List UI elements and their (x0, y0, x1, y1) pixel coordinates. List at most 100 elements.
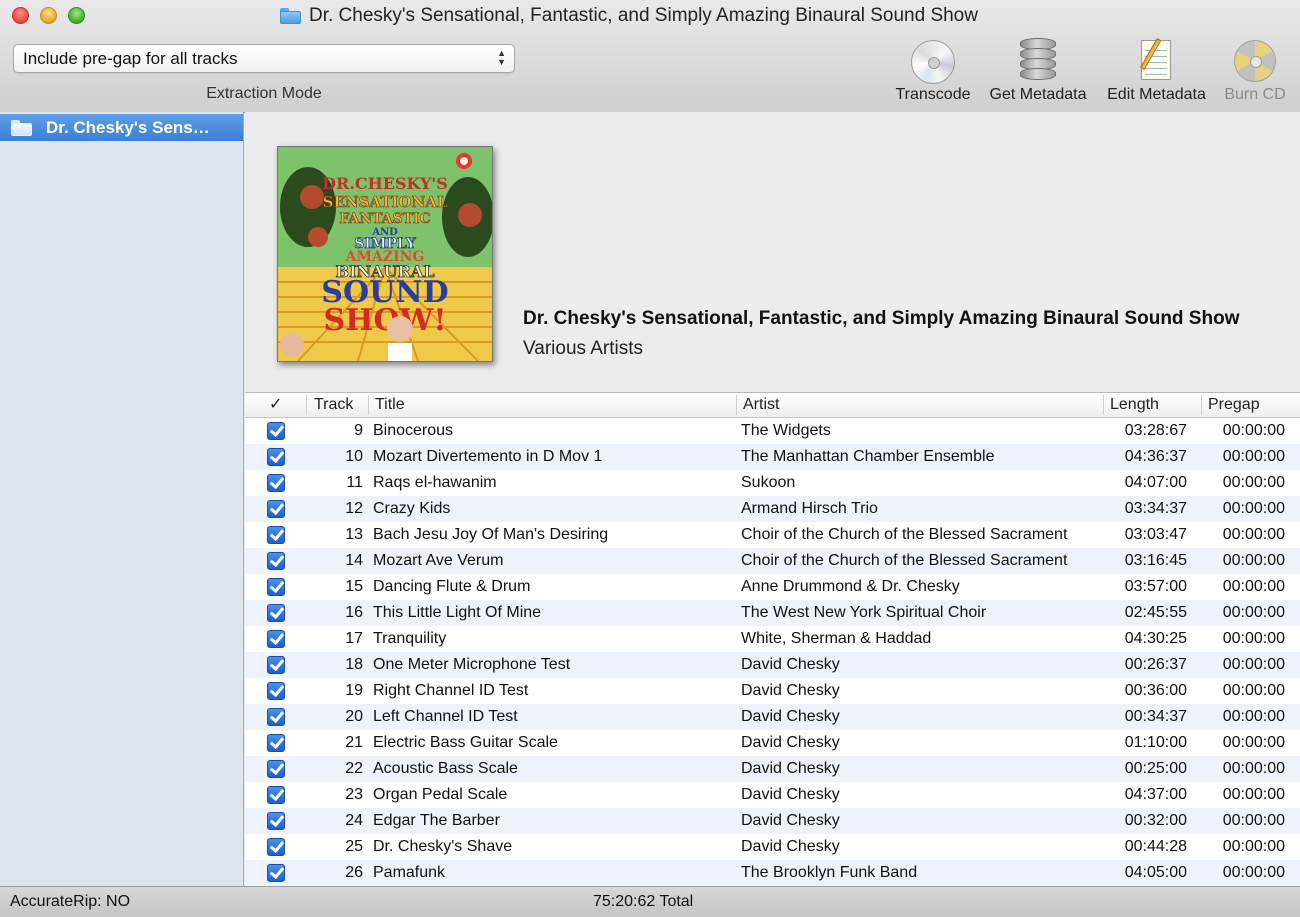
track-checkbox[interactable] (267, 708, 285, 726)
track-pregap: 00:00:00 (1222, 474, 1285, 491)
track-table: ✓ Track Title Artist Length Pregap 9 Bino… (245, 392, 1300, 887)
track-checkbox[interactable] (267, 526, 285, 544)
track-title: Electric Bass Guitar Scale (373, 734, 558, 751)
minimize-window-button[interactable] (40, 7, 57, 24)
track-title: Bach Jesu Joy Of Man's Desiring (373, 526, 609, 543)
track-checkbox[interactable] (267, 500, 285, 518)
transcode-button[interactable]: Transcode (893, 38, 973, 104)
table-row[interactable]: 25 Dr. Chesky's Shave David Chesky 00:44:28… (245, 834, 1300, 860)
table-row[interactable]: 17 Tranquility White, Sherman & Haddad 04:3… (245, 626, 1300, 652)
track-pregap: 00:00:00 (1222, 812, 1285, 829)
track-pregap: 00:00:00 (1222, 604, 1285, 621)
track-checkbox[interactable] (267, 812, 285, 830)
track-checkbox[interactable] (267, 630, 285, 648)
track-number: 15 (345, 578, 363, 595)
track-pregap: 00:00:00 (1222, 760, 1285, 777)
track-checkbox[interactable] (267, 604, 285, 622)
toolbar: Dr. Chesky's Sensational, Fantastic, and… (0, 0, 1300, 113)
track-number: 17 (345, 630, 363, 647)
table-body: 9 Binocerous The Widgets 03:28:67 00:00:00 1… (245, 418, 1300, 886)
table-row[interactable]: 19 Right Channel ID Test David Chesky 00:36… (245, 678, 1300, 704)
sidebar-item-album[interactable]: Dr. Chesky's Sens… (0, 114, 243, 141)
table-row[interactable]: 21 Electric Bass Guitar Scale David Chesky… (245, 730, 1300, 756)
track-length: 00:32:00 (1124, 812, 1187, 829)
table-row[interactable]: 26 Pamafunk The Brooklyn Funk Band 04:05:00… (245, 860, 1300, 886)
track-pregap: 00:00:00 (1222, 422, 1285, 439)
track-artist: Sukoon (741, 474, 796, 491)
total-length: 75:20:62 Total (593, 893, 694, 910)
burn-cd-button[interactable]: Burn CD (1222, 38, 1288, 104)
track-pregap: 00:00:00 (1222, 500, 1285, 517)
table-row[interactable]: 24 Edgar The Barber David Chesky 00:32:00 00… (245, 808, 1300, 834)
table-row[interactable]: 10 Mozart Divertemento in D Mov 1 The Manh… (245, 444, 1300, 470)
svg-text:DR.CHESKY'S: DR.CHESKY'S (322, 174, 448, 193)
table-row[interactable]: 20 Left Channel ID Test David Chesky 00:34:… (245, 704, 1300, 730)
svg-text:SENSATIONAL: SENSATIONAL (323, 193, 448, 211)
track-length: 00:34:37 (1124, 708, 1187, 725)
track-checkbox[interactable] (267, 786, 285, 804)
track-checkbox[interactable] (267, 734, 285, 752)
track-checkbox[interactable] (267, 838, 285, 856)
track-length: 02:45:55 (1124, 604, 1187, 621)
track-title: Binocerous (373, 422, 454, 439)
table-row[interactable]: 14 Mozart Ave Verum Choir of the Church of… (245, 548, 1300, 574)
table-row[interactable]: 18 One Meter Microphone Test David Chesky 0… (245, 652, 1300, 678)
track-artist: David Chesky (741, 760, 840, 777)
track-number: 9 (354, 422, 363, 439)
track-title: Tranquility (373, 630, 447, 647)
track-checkbox[interactable] (267, 578, 285, 596)
database-icon (1014, 38, 1062, 84)
burn-cd-label: Burn CD (1224, 86, 1286, 103)
track-checkbox[interactable] (267, 864, 285, 882)
track-checkbox[interactable] (267, 682, 285, 700)
zoom-window-button[interactable] (68, 7, 85, 24)
edit-metadata-button[interactable]: Edit Metadata (1104, 38, 1209, 104)
track-artist: White, Sherman & Haddad (741, 630, 932, 647)
edit-metadata-label: Edit Metadata (1107, 86, 1206, 103)
track-title: Mozart Divertemento in D Mov 1 (373, 448, 603, 465)
table-row[interactable]: 13 Bach Jesu Joy Of Man's Desiring Choir o… (245, 522, 1300, 548)
track-title: Dr. Chesky's Shave (373, 838, 513, 855)
extraction-mode-value: Include pre-gap for all tracks (23, 49, 238, 68)
extraction-mode-select[interactable]: Include pre-gap for all tracks ▲ ▼ (13, 44, 515, 73)
album-cover-art: DR.CHESKY'S SENSATIONAL FANTASTIC AND SI… (277, 146, 493, 362)
column-header-title[interactable]: Title (368, 395, 405, 415)
close-window-button[interactable] (12, 7, 29, 24)
column-header-track[interactable]: Track (306, 395, 353, 415)
track-checkbox[interactable] (267, 656, 285, 674)
track-number: 20 (345, 708, 363, 725)
track-checkbox[interactable] (267, 474, 285, 492)
track-length: 00:25:00 (1124, 760, 1187, 777)
track-artist: The Widgets (741, 422, 831, 439)
track-length: 04:37:00 (1124, 786, 1187, 803)
track-checkbox[interactable] (267, 448, 285, 466)
column-header-check[interactable]: ✓ (269, 395, 282, 415)
track-length: 00:44:28 (1124, 838, 1187, 855)
table-row[interactable]: 15 Dancing Flute & Drum Anne Drummond & Dr… (245, 574, 1300, 600)
track-title: Raqs el-hawanim (373, 474, 497, 491)
track-artist: Anne Drummond & Dr. Chesky (741, 578, 960, 595)
table-row[interactable]: 9 Binocerous The Widgets 03:28:67 00:00:00 (245, 418, 1300, 444)
table-row[interactable]: 22 Acoustic Bass Scale David Chesky 00:25:0… (245, 756, 1300, 782)
track-length: 01:10:00 (1124, 734, 1187, 751)
track-checkbox[interactable] (267, 422, 285, 440)
track-artist: David Chesky (741, 734, 840, 751)
table-row[interactable]: 16 This Little Light Of Mine The West New … (245, 600, 1300, 626)
track-pregap: 00:00:00 (1222, 734, 1285, 751)
track-artist: David Chesky (741, 708, 840, 725)
track-checkbox[interactable] (267, 760, 285, 778)
column-header-length[interactable]: Length (1103, 395, 1159, 415)
get-metadata-button[interactable]: Get Metadata (987, 38, 1089, 104)
extraction-mode-label: Extraction Mode (206, 85, 322, 102)
column-header-artist[interactable]: Artist (736, 395, 779, 415)
folder-icon (280, 8, 301, 24)
track-number: 22 (345, 760, 363, 777)
track-checkbox[interactable] (267, 552, 285, 570)
table-row[interactable]: 11 Raqs el-hawanim Sukoon 04:07:00 00:00:00 (245, 470, 1300, 496)
table-row[interactable]: 23 Organ Pedal Scale David Chesky 04:37:00 0… (245, 782, 1300, 808)
track-number: 10 (345, 448, 363, 465)
track-artist: Armand Hirsch Trio (741, 500, 878, 517)
table-row[interactable]: 12 Crazy Kids Armand Hirsch Trio 03:34:37 00… (245, 496, 1300, 522)
track-artist: David Chesky (741, 812, 840, 829)
column-header-pregap[interactable]: Pregap (1201, 395, 1260, 415)
